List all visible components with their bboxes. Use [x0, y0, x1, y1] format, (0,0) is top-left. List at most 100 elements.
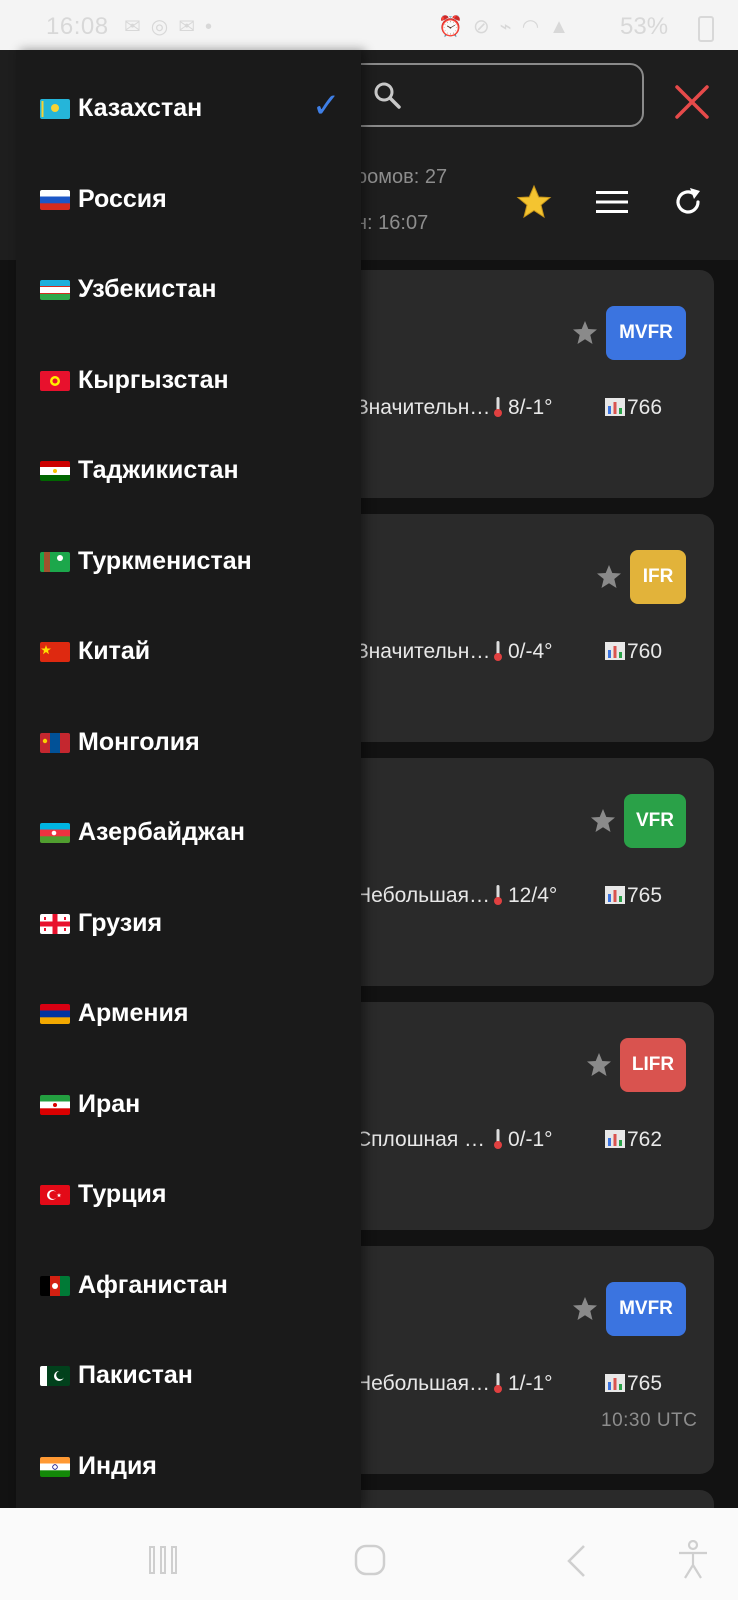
- country-item-in[interactable]: Индия: [16, 1435, 361, 1509]
- accessibility-icon[interactable]: [676, 1540, 710, 1580]
- airport-card[interactable]: MVFR Значительн… 8/-1° 766: [320, 270, 714, 498]
- temperature-value: 1/-1°: [508, 1372, 553, 1395]
- thermometer-icon: [494, 641, 502, 661]
- country-name: Афганистан: [78, 1270, 228, 1299]
- country-item-af[interactable]: Афганистан: [16, 1254, 361, 1346]
- temperature: 0/-1°: [494, 1128, 553, 1152]
- ge-flag-icon: [40, 913, 70, 934]
- country-item-am[interactable]: Армения: [16, 982, 361, 1074]
- favorites-star-icon[interactable]: [516, 184, 552, 220]
- country-item-ir[interactable]: Иран: [16, 1073, 361, 1165]
- flight-category-badge: MVFR: [606, 1282, 686, 1336]
- updated-time: н: 16:07: [356, 212, 429, 234]
- country-name: Россия: [78, 184, 167, 213]
- menu-icon[interactable]: [596, 190, 628, 214]
- bar-chart-icon: [605, 642, 625, 660]
- af-flag-icon: [40, 1275, 70, 1296]
- system-nav-bar: [0, 1508, 738, 1600]
- pressure: 760: [605, 640, 662, 664]
- pressure: 765: [605, 1372, 662, 1396]
- country-name: Туркменистан: [78, 546, 252, 575]
- tr-flag-icon: [40, 1185, 70, 1205]
- country-item-cn[interactable]: Китай: [16, 620, 361, 712]
- favorite-star-icon[interactable]: [586, 1052, 612, 1078]
- battery-percent: 53%: [620, 13, 669, 40]
- bar-chart-icon: [605, 886, 625, 904]
- kz-flag-icon: [40, 99, 70, 119]
- kg-flag-icon: [40, 370, 70, 391]
- flight-category-badge: IFR: [630, 550, 686, 604]
- thermometer-icon: [494, 1373, 502, 1393]
- home-icon[interactable]: [354, 1544, 386, 1576]
- bar-chart-icon: [605, 1374, 625, 1392]
- flight-category-badge: LIFR: [620, 1038, 686, 1092]
- favorite-star-icon[interactable]: [590, 808, 616, 834]
- search-icon: [374, 82, 401, 109]
- temperature-value: 0/-1°: [508, 1128, 553, 1151]
- country-name: Армения: [78, 999, 189, 1027]
- close-icon[interactable]: [674, 84, 710, 120]
- aerodrome-count: ромов: 27: [356, 166, 448, 188]
- country-item-kz[interactable]: Казахстан ✓: [16, 77, 361, 169]
- observation-time: 10:30 UTC: [601, 1410, 698, 1431]
- status-time: 16:08: [46, 13, 109, 40]
- country-name: Монголия: [78, 727, 200, 756]
- country-item-tj[interactable]: Таджикистан: [16, 439, 361, 531]
- country-item-ru[interactable]: Россия: [16, 168, 361, 260]
- country-item-az[interactable]: Азербайджан: [16, 801, 361, 893]
- pressure: 766: [605, 396, 662, 420]
- temperature-value: 8/-1°: [508, 396, 553, 419]
- thermometer-icon: [494, 397, 502, 417]
- am-flag-icon: [40, 1004, 70, 1024]
- temperature-value: 12/4°: [508, 884, 558, 907]
- airport-card[interactable]: VFR Небольшая… 12/4° 765: [320, 758, 714, 986]
- flight-category-badge: VFR: [624, 794, 686, 848]
- temperature: 12/4°: [494, 884, 557, 908]
- country-item-kg[interactable]: Кыргызстан: [16, 349, 361, 441]
- bar-chart-icon: [605, 1130, 625, 1148]
- cloud-description: Сплошная …: [356, 1128, 486, 1151]
- favorite-star-icon[interactable]: [596, 564, 622, 590]
- bar-chart-icon: [605, 398, 625, 416]
- tj-flag-icon: [40, 461, 70, 481]
- thermometer-icon: [494, 1129, 502, 1149]
- uz-flag-icon: [40, 280, 70, 300]
- battery-icon: [698, 16, 714, 42]
- country-item-tm[interactable]: Туркменистан: [16, 530, 361, 622]
- country-item-mn[interactable]: Монголия: [16, 711, 361, 803]
- country-item-tr[interactable]: Турция: [16, 1163, 361, 1255]
- refresh-icon[interactable]: [672, 186, 704, 218]
- airport-card[interactable]: IFR Значительн… 0/-4° 760: [320, 514, 714, 742]
- selected-check-icon: ✓: [312, 87, 341, 125]
- cloud-description: Небольшая…: [356, 1372, 490, 1395]
- favorite-star-icon[interactable]: [572, 1296, 598, 1322]
- cloud-description: Значительн…: [356, 640, 491, 663]
- system-icons: ⏰⊘⌁◠▲: [438, 16, 579, 38]
- country-item-pk[interactable]: Пакистан: [16, 1344, 361, 1436]
- country-item-ge[interactable]: Грузия: [16, 892, 361, 984]
- pk-flag-icon: [40, 1366, 70, 1386]
- temperature: 1/-1°: [494, 1372, 553, 1396]
- mn-flag-icon: [40, 732, 70, 753]
- country-item-uz[interactable]: Узбекистан: [16, 258, 361, 350]
- in-flag-icon: [40, 1456, 70, 1477]
- country-name: Турция: [78, 1180, 167, 1208]
- country-name: Таджикистан: [78, 456, 239, 484]
- recent-apps-icon[interactable]: [148, 1546, 178, 1574]
- pressure: 765: [605, 884, 662, 908]
- country-name: Азербайджан: [78, 818, 245, 846]
- favorite-star-icon[interactable]: [572, 320, 598, 346]
- airport-card[interactable]: LIFR Сплошная … 0/-1° 762: [320, 1002, 714, 1230]
- back-icon[interactable]: [566, 1544, 586, 1578]
- airport-card[interactable]: MVFR Небольшая… 1/-1° 765 10:30 UTC: [320, 1246, 714, 1474]
- country-name: Иран: [78, 1089, 141, 1118]
- country-name: Индия: [78, 1451, 157, 1480]
- country-name: Китай: [78, 637, 151, 665]
- pressure: 762: [605, 1128, 662, 1152]
- country-name: Пакистан: [78, 1361, 193, 1389]
- country-name: Казахстан: [78, 94, 203, 122]
- pressure-value: 762: [627, 1128, 663, 1151]
- country-name: Кыргызстан: [78, 365, 229, 394]
- cn-flag-icon: [40, 642, 70, 662]
- temperature: 0/-4°: [494, 640, 553, 664]
